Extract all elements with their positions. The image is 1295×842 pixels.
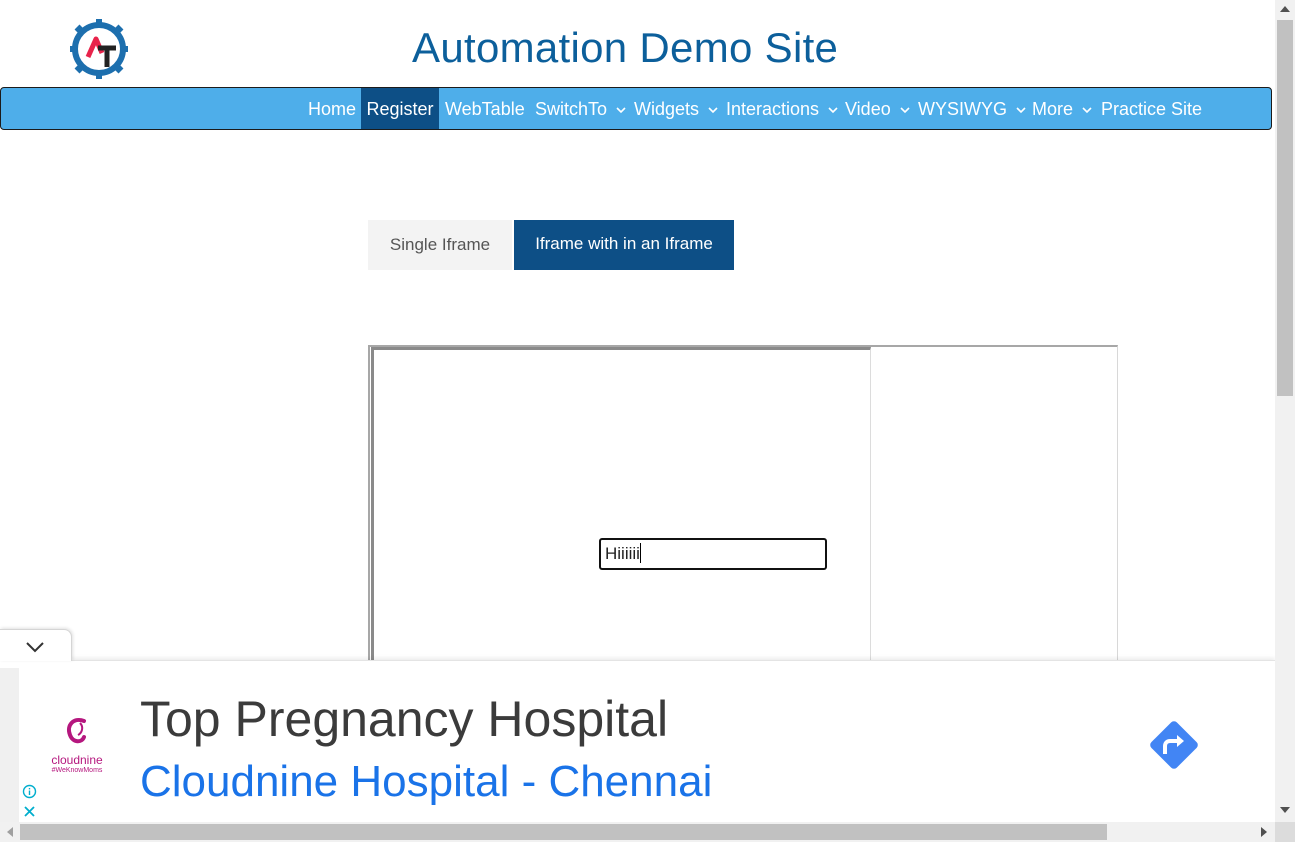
site-title: Automation Demo Site (412, 24, 839, 71)
chevron-down-icon (900, 107, 910, 114)
chevron-down-icon (1082, 107, 1092, 114)
nav-webtable[interactable]: WebTable (445, 88, 525, 129)
nav-home[interactable]: Home (302, 88, 362, 129)
ad-info-icon[interactable] (22, 784, 37, 799)
cloudnine-logo-icon (67, 718, 86, 744)
info-icon (22, 784, 37, 799)
nav-wysiwyg-label: WYSIWYG (918, 99, 1007, 119)
ad-close-icon[interactable] (22, 804, 37, 819)
ad-directions-button[interactable] (1143, 714, 1205, 776)
nav-interactions-label: Interactions (726, 99, 820, 119)
ad-subline-link[interactable]: Cloudnine Hospital - Chennai (140, 757, 712, 807)
scroll-down-arrow-icon[interactable] (1280, 807, 1290, 813)
nav-webtable-label: WebTable (445, 99, 525, 119)
tab-nested-iframe[interactable]: Iframe with in an Iframe (514, 220, 734, 270)
ad-headline[interactable]: Top Pregnancy Hospital (140, 690, 668, 748)
nav-widgets[interactable]: Widgets (634, 88, 719, 129)
nav-wysiwyg[interactable]: WYSIWYG (918, 88, 1027, 129)
nav-more[interactable]: More (1032, 88, 1093, 129)
nav-switchto[interactable]: SwitchTo (535, 88, 627, 129)
horizontal-scrollbar-thumb[interactable] (20, 824, 1107, 840)
chevron-down-icon (708, 107, 718, 114)
scroll-up-arrow-icon[interactable] (1280, 6, 1290, 12)
scroll-left-arrow-icon[interactable] (7, 827, 13, 837)
nav-register[interactable]: Register (361, 88, 439, 129)
gear-logo-icon (70, 19, 128, 79)
nav-video-label: Video (845, 99, 891, 119)
scroll-right-arrow-icon[interactable] (1261, 827, 1267, 837)
main-navbar: Home Register WebTable SwitchTo Widgets … (0, 87, 1272, 130)
iframe-text-input[interactable]: Hiiiiii (599, 538, 827, 570)
directions-arrow-icon (1150, 721, 1198, 769)
close-icon (24, 806, 35, 817)
nav-practice-site-label: Practice Site (1101, 99, 1203, 119)
text-caret (639, 543, 641, 563)
ad-brand-name: cloudnine (51, 753, 103, 767)
nav-home-label: Home (307, 99, 356, 119)
ad-collapse-button[interactable] (0, 629, 72, 661)
inner-iframe (371, 347, 871, 677)
chevron-down-icon (26, 642, 44, 653)
ad-brand-logo[interactable]: cloudnine #WeKnowMoms (46, 715, 108, 775)
vertical-scrollbar-thumb[interactable] (1277, 20, 1293, 396)
nav-video[interactable]: Video (845, 88, 911, 129)
ad-brand-tagline: #WeKnowMoms (51, 767, 103, 774)
nav-more-label: More (1032, 99, 1074, 119)
tab-single-iframe[interactable]: Single Iframe (368, 220, 512, 270)
nav-widgets-label: Widgets (634, 99, 700, 119)
chevron-down-icon (828, 107, 838, 114)
nav-switchto-label: SwitchTo (535, 99, 608, 119)
chevron-down-icon (616, 107, 626, 114)
site-logo[interactable] (68, 17, 130, 81)
scrollbar-corner (1275, 822, 1295, 842)
iframe-text-input-value: Hiiiiii (605, 544, 640, 563)
ad-side-strip (0, 668, 19, 822)
nav-register-label: Register (366, 99, 434, 119)
nav-interactions[interactable]: Interactions (726, 88, 839, 129)
nav-practice-site[interactable]: Practice Site (1101, 88, 1202, 129)
chevron-down-icon (1016, 107, 1026, 114)
